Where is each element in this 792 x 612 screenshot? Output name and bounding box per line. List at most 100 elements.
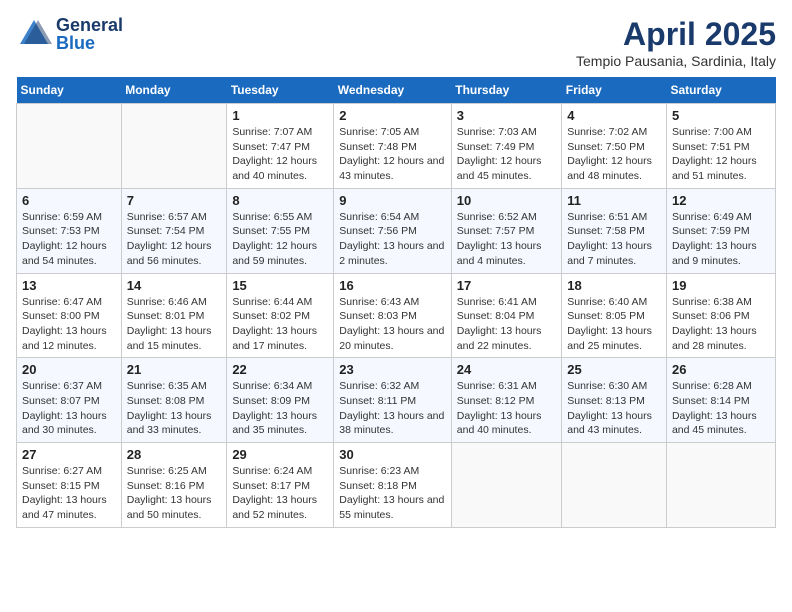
day-cell: 17 Sunrise: 6:41 AMSunset: 8:04 PMDayligh… [451,273,561,358]
day-cell: 9Sunrise: 6:54 AMSunset: 7:56 PMDaylight… [334,188,452,273]
day-info: Sunrise: 6:51 AMSunset: 7:58 PMDaylight:… [567,210,661,269]
week-row-4: 20 Sunrise: 6:37 AMSunset: 8:07 PMDayligh… [17,358,776,443]
logo-icon [16,16,52,52]
header-monday: Monday [121,77,227,104]
week-row-5: 27 Sunrise: 6:27 AMSunset: 8:15 PMDayligh… [17,443,776,528]
day-cell: 12 Sunrise: 6:49 AMSunset: 7:59 PMDayligh… [666,188,775,273]
day-cell [121,104,227,189]
day-info: Sunrise: 6:27 AMSunset: 8:15 PMDaylight:… [22,464,116,523]
day-number: 1 [232,108,328,123]
logo: General Blue [16,16,123,52]
header-wednesday: Wednesday [334,77,452,104]
logo-line2: Blue [56,34,123,52]
day-number: 23 [339,362,446,377]
day-info: Sunrise: 6:28 AMSunset: 8:14 PMDaylight:… [672,379,770,438]
day-cell: 20 Sunrise: 6:37 AMSunset: 8:07 PMDayligh… [17,358,122,443]
day-info: Sunrise: 6:46 AMSunset: 8:01 PMDaylight:… [127,295,222,354]
day-info: Sunrise: 6:40 AMSunset: 8:05 PMDaylight:… [567,295,661,354]
day-number: 5 [672,108,770,123]
day-info: Sunrise: 6:32 AMSunset: 8:11 PMDaylight:… [339,379,446,438]
day-cell: 4Sunrise: 7:02 AMSunset: 7:50 PMDaylight… [562,104,667,189]
day-cell: 10 Sunrise: 6:52 AMSunset: 7:57 PMDayligh… [451,188,561,273]
day-info: Sunrise: 7:02 AMSunset: 7:50 PMDaylight:… [567,125,661,184]
day-info: Sunrise: 6:41 AMSunset: 8:04 PMDaylight:… [457,295,556,354]
day-cell: 25Sunrise: 6:30 AMSunset: 8:13 PMDayligh… [562,358,667,443]
header-tuesday: Tuesday [227,77,334,104]
day-cell: 18 Sunrise: 6:40 AMSunset: 8:05 PMDayligh… [562,273,667,358]
day-cell [666,443,775,528]
calendar-header-row: SundayMondayTuesdayWednesdayThursdayFrid… [17,77,776,104]
day-info: Sunrise: 6:59 AMSunset: 7:53 PMDaylight:… [22,210,116,269]
day-info: Sunrise: 6:44 AMSunset: 8:02 PMDaylight:… [232,295,328,354]
day-cell: 26 Sunrise: 6:28 AMSunset: 8:14 PMDayligh… [666,358,775,443]
day-number: 15 [232,278,328,293]
day-cell: 1Sunrise: 7:07 AMSunset: 7:47 PMDaylight… [227,104,334,189]
day-info: Sunrise: 6:38 AMSunset: 8:06 PMDaylight:… [672,295,770,354]
calendar-subtitle: Tempio Pausania, Sardinia, Italy [576,53,776,69]
calendar-table: SundayMondayTuesdayWednesdayThursdayFrid… [16,77,776,528]
day-number: 25 [567,362,661,377]
day-number: 26 [672,362,770,377]
day-info: Sunrise: 6:57 AMSunset: 7:54 PMDaylight:… [127,210,222,269]
day-cell: 13 Sunrise: 6:47 AMSunset: 8:00 PMDayligh… [17,273,122,358]
day-cell [562,443,667,528]
logo-line1: General [56,16,123,34]
day-info: Sunrise: 6:43 AMSunset: 8:03 PMDaylight:… [339,295,446,354]
day-cell: 30Sunrise: 6:23 AMSunset: 8:18 PMDayligh… [334,443,452,528]
day-cell [17,104,122,189]
day-info: Sunrise: 6:31 AMSunset: 8:12 PMDaylight:… [457,379,556,438]
day-info: Sunrise: 6:25 AMSunset: 8:16 PMDaylight:… [127,464,222,523]
day-number: 21 [127,362,222,377]
day-number: 10 [457,193,556,208]
day-number: 29 [232,447,328,462]
day-info: Sunrise: 7:00 AMSunset: 7:51 PMDaylight:… [672,125,770,184]
day-cell: 28 Sunrise: 6:25 AMSunset: 8:16 PMDayligh… [121,443,227,528]
day-info: Sunrise: 6:37 AMSunset: 8:07 PMDaylight:… [22,379,116,438]
day-number: 18 [567,278,661,293]
day-number: 7 [127,193,222,208]
day-number: 12 [672,193,770,208]
day-number: 11 [567,193,661,208]
header-friday: Friday [562,77,667,104]
calendar-title: April 2025 [576,16,776,53]
header-sunday: Sunday [17,77,122,104]
day-cell: 15 Sunrise: 6:44 AMSunset: 8:02 PMDayligh… [227,273,334,358]
week-row-1: 1Sunrise: 7:07 AMSunset: 7:47 PMDaylight… [17,104,776,189]
day-number: 19 [672,278,770,293]
day-number: 24 [457,362,556,377]
week-row-3: 13 Sunrise: 6:47 AMSunset: 8:00 PMDayligh… [17,273,776,358]
day-cell: 7 Sunrise: 6:57 AMSunset: 7:54 PMDaylight… [121,188,227,273]
day-info: Sunrise: 6:47 AMSunset: 8:00 PMDaylight:… [22,295,116,354]
day-cell: 23 Sunrise: 6:32 AMSunset: 8:11 PMDayligh… [334,358,452,443]
day-cell: 19 Sunrise: 6:38 AMSunset: 8:06 PMDayligh… [666,273,775,358]
day-number: 30 [339,447,446,462]
day-number: 28 [127,447,222,462]
day-cell: 5 Sunrise: 7:00 AMSunset: 7:51 PMDaylight… [666,104,775,189]
day-cell: 3Sunrise: 7:03 AMSunset: 7:49 PMDaylight… [451,104,561,189]
day-number: 27 [22,447,116,462]
day-cell: 8Sunrise: 6:55 AMSunset: 7:55 PMDaylight… [227,188,334,273]
page-header: General Blue April 2025 Tempio Pausania,… [16,16,776,69]
day-cell: 6Sunrise: 6:59 AMSunset: 7:53 PMDaylight… [17,188,122,273]
day-number: 17 [457,278,556,293]
day-info: Sunrise: 6:49 AMSunset: 7:59 PMDaylight:… [672,210,770,269]
day-number: 20 [22,362,116,377]
day-number: 22 [232,362,328,377]
day-cell: 24 Sunrise: 6:31 AMSunset: 8:12 PMDayligh… [451,358,561,443]
day-number: 13 [22,278,116,293]
day-cell [451,443,561,528]
day-cell: 14 Sunrise: 6:46 AMSunset: 8:01 PMDayligh… [121,273,227,358]
title-section: April 2025 Tempio Pausania, Sardinia, It… [576,16,776,69]
week-row-2: 6Sunrise: 6:59 AMSunset: 7:53 PMDaylight… [17,188,776,273]
day-cell: 29Sunrise: 6:24 AMSunset: 8:17 PMDayligh… [227,443,334,528]
day-info: Sunrise: 6:55 AMSunset: 7:55 PMDaylight:… [232,210,328,269]
day-info: Sunrise: 6:52 AMSunset: 7:57 PMDaylight:… [457,210,556,269]
day-info: Sunrise: 7:05 AMSunset: 7:48 PMDaylight:… [339,125,446,184]
day-number: 14 [127,278,222,293]
day-number: 2 [339,108,446,123]
header-saturday: Saturday [666,77,775,104]
header-thursday: Thursday [451,77,561,104]
logo-text: General Blue [56,16,123,52]
day-cell: 21Sunrise: 6:35 AMSunset: 8:08 PMDayligh… [121,358,227,443]
day-number: 3 [457,108,556,123]
